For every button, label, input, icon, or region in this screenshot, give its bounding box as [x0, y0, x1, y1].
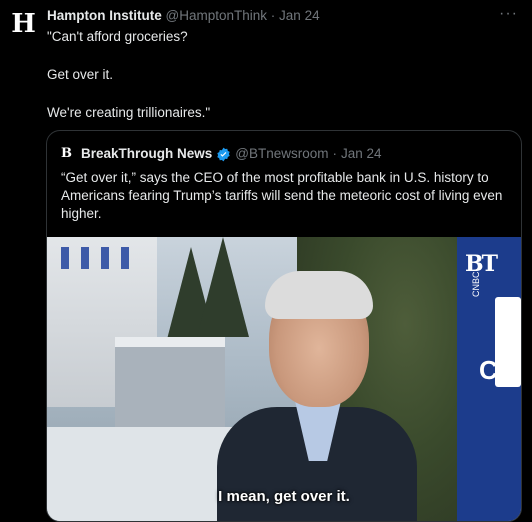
tweet-text: "Can't afford groceries? Get over it. We… — [47, 28, 520, 142]
tweet-line: "Can't afford groceries? — [47, 29, 188, 44]
quoted-date: Jan 24 — [341, 146, 382, 161]
quoted-header: B BreakThrough News @BTnewsroom · Jan 24 — [61, 145, 382, 163]
quoted-text: “Get over it,” says the CEO of the most … — [61, 170, 503, 221]
network-partial-text: CI — [479, 355, 505, 385]
separator-dot: · — [270, 8, 276, 23]
network-label: CNBC — [471, 271, 481, 297]
quoted-author-handle: @BTnewsroom — [235, 146, 329, 161]
quoted-avatar-logo: B — [61, 146, 72, 161]
video-thumbnail[interactable]: BT CNBC CI I mean, get over it. — [47, 237, 521, 521]
author-avatar[interactable]: H — [6, 8, 38, 40]
separator-dot: · — [332, 146, 338, 161]
quoted-author-name: BreakThrough News — [81, 146, 213, 161]
tweet-date[interactable]: Jan 24 — [279, 8, 320, 23]
tweet-line: We're creating trillionaires." — [47, 105, 211, 120]
video-caption: I mean, get over it. — [218, 488, 350, 505]
news-watermark-panel: BT CNBC CI — [457, 237, 521, 521]
avatar-logo: H — [11, 9, 36, 39]
verified-badge-icon — [217, 147, 230, 161]
speaker-hair — [265, 271, 373, 319]
more-options-icon[interactable]: ··· — [499, 5, 518, 23]
author-name[interactable]: Hampton Institute — [47, 8, 162, 23]
tweet-header: Hampton Institute @HamptonThink · Jan 24 — [47, 7, 492, 25]
tweet-line: Get over it. — [47, 67, 114, 82]
speaker-figure — [217, 271, 417, 521]
quoted-tweet[interactable]: B BreakThrough News @BTnewsroom · Jan 24… — [46, 130, 522, 522]
author-handle[interactable]: @HamptonThink — [166, 8, 268, 23]
